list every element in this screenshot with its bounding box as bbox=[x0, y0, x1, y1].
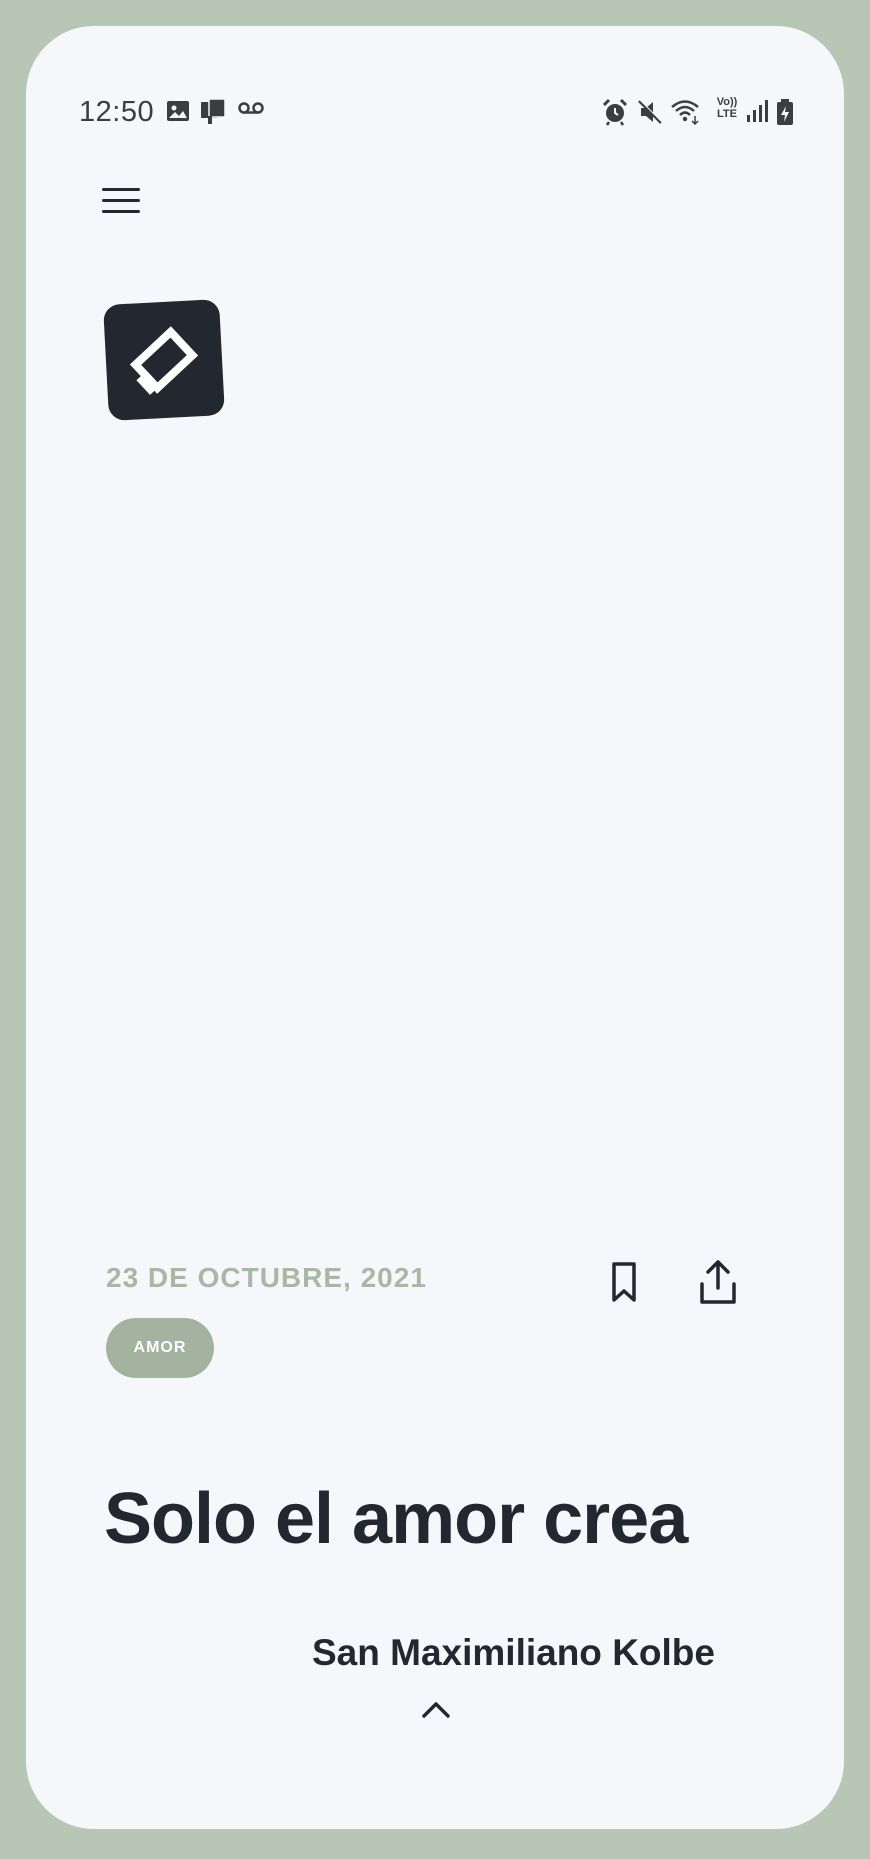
volte-label-top: Vo)) bbox=[716, 96, 738, 108]
cast-icon bbox=[201, 98, 226, 124]
image-icon bbox=[167, 101, 189, 121]
alarm-icon bbox=[602, 98, 628, 126]
signal-icon bbox=[747, 100, 768, 122]
volte-icon: Vo)) LTE bbox=[712, 96, 742, 120]
article-date: 23 DE OCTUBRE, 2021 bbox=[106, 1262, 427, 1293]
wifi-icon bbox=[671, 100, 699, 126]
bookmark-icon[interactable] bbox=[604, 1260, 644, 1304]
share-icon[interactable] bbox=[696, 1258, 740, 1308]
article-title: Solo el amor crea bbox=[104, 1479, 688, 1559]
screen: 12:50 Vo)) LTE 23 DE OCTUBRE, 2021 AMOR … bbox=[26, 26, 844, 1829]
mute-icon bbox=[638, 99, 663, 124]
category-tag[interactable]: AMOR bbox=[106, 1318, 214, 1378]
hamburger-menu-icon[interactable] bbox=[102, 182, 148, 222]
article-author: San Maximiliano Kolbe bbox=[312, 1632, 715, 1673]
voicemail-icon bbox=[238, 102, 264, 114]
chevron-up-icon[interactable] bbox=[420, 1698, 452, 1722]
volte-label-bottom: LTE bbox=[717, 108, 737, 120]
status-time: 12:50 bbox=[79, 96, 155, 128]
app-logo-icon[interactable] bbox=[102, 298, 226, 422]
status-bar: 12:50 Vo)) LTE bbox=[26, 96, 844, 140]
battery-icon bbox=[777, 99, 793, 125]
